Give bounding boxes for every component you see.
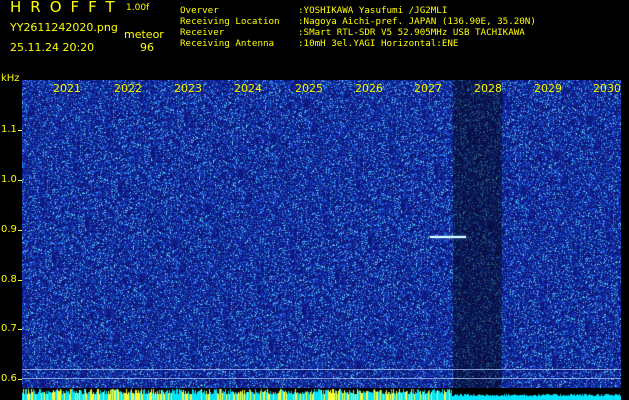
x-tick-label: 2029: [534, 82, 562, 95]
x-tick-label: 2023: [174, 82, 202, 95]
y-tick-label: 1.1: [1, 124, 17, 135]
header-panel: HROFFT 1.00f YY2611242020.png 25.11.24 2…: [0, 0, 629, 76]
y-axis-unit: kHz: [1, 73, 20, 84]
y-tick-label: 0.7: [1, 323, 17, 334]
filename-label: YY2611242020.png: [10, 21, 118, 34]
info-row-observer: Overver:YOSHIKAWA Yasufumi /JG2MLI: [180, 5, 448, 16]
spectrogram-canvas: [22, 80, 621, 400]
datetime-label: 25.11.24 20:20: [10, 41, 95, 54]
info-row-location: Receiving Location:Nagoya Aichi-pref. JA…: [180, 16, 536, 27]
version-label: 1.00f: [126, 3, 150, 13]
marker-line-lower: [22, 378, 621, 379]
x-tick-label: 2024: [234, 82, 262, 95]
station-info: Overver:YOSHIKAWA Yasufumi /JG2MLI Recei…: [180, 5, 536, 49]
x-tick-label: 2022: [114, 82, 142, 95]
info-row-receiver: Receiver:SMart RTL-SDR V5 52.905MHz USB …: [180, 27, 525, 38]
x-tick-label: 2021: [53, 82, 81, 95]
event-count: 96: [140, 41, 154, 54]
x-tick-label: 2025: [295, 82, 323, 95]
x-tick-label: 2030: [593, 82, 621, 95]
signal-level-strip: [22, 388, 621, 400]
info-row-antenna: Receiving Antenna:10mH 3el.YAGI Horizont…: [180, 38, 459, 49]
y-tick-label: 0.8: [1, 274, 17, 285]
x-tick-label: 2027: [414, 82, 442, 95]
event-label: meteor: [124, 28, 164, 41]
x-tick-label: 2026: [355, 82, 383, 95]
y-tick-label: 1.0: [1, 174, 17, 185]
meteor-echo-trace: [430, 236, 466, 238]
x-tick-label: 2028: [474, 82, 502, 95]
spectrogram: [22, 80, 621, 400]
y-tick-label: 0.9: [1, 224, 17, 235]
app-title: HROFFT: [10, 0, 124, 16]
marker-line-upper: [22, 369, 621, 370]
y-tick-label: 0.6: [1, 373, 17, 384]
